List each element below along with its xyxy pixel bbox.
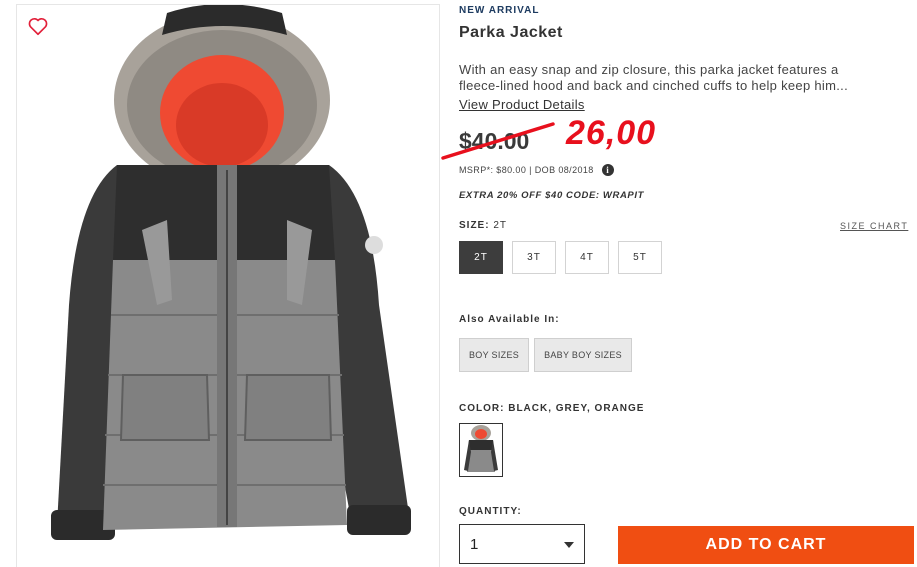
msrp-text: MSRP*: $80.00 | DOB 08/2018	[459, 165, 594, 175]
quantity-select[interactable]: 1	[459, 524, 585, 564]
size-option-3t[interactable]: 3T	[512, 241, 556, 274]
size-chart-link[interactable]: SIZE CHART	[840, 221, 908, 231]
also-available-options: BOY SIZES BABY BOY SIZES	[459, 338, 632, 372]
product-image-panel	[16, 4, 440, 567]
description-line: With an easy snap and zip closure, this …	[459, 62, 839, 77]
boy-sizes-button[interactable]: BOY SIZES	[459, 338, 530, 372]
quantity-label: QUANTITY:	[459, 506, 522, 517]
color-label: COLOR: BLACK, GREY, ORANGE	[459, 403, 645, 414]
price-strikethrough	[441, 122, 555, 160]
product-image	[51, 5, 411, 540]
size-option-2t[interactable]: 2T	[459, 241, 503, 274]
size-option-5t[interactable]: 5T	[618, 241, 662, 274]
size-options: 2T 3T 4T 5T	[459, 241, 662, 274]
add-to-cart-button[interactable]: ADD TO CART	[618, 526, 914, 564]
product-title: Parka Jacket	[459, 24, 563, 41]
size-option-4t[interactable]: 4T	[565, 241, 609, 274]
size-selected-value: 2T	[493, 220, 508, 231]
new-arrival-badge: NEW ARRIVAL	[459, 5, 540, 16]
view-product-details-link[interactable]: View Product Details	[459, 97, 585, 112]
product-info: NEW ARRIVAL Parka Jacket With an easy sn…	[441, 0, 917, 566]
msrp-row: MSRP*: $80.00 | DOB 08/2018 i	[459, 164, 614, 176]
chevron-down-icon	[564, 542, 574, 548]
color-swatch[interactable]	[459, 423, 503, 477]
size-label: SIZE: 2T	[459, 220, 507, 231]
size-label-text: SIZE:	[459, 220, 490, 231]
also-available-label: Also Available In:	[459, 314, 560, 325]
description-line: fleece-lined hood and back and cinched c…	[459, 78, 848, 93]
swatch-thumbnail	[464, 425, 498, 472]
info-icon[interactable]: i	[601, 164, 614, 176]
product-description: With an easy snap and zip closure, this …	[459, 62, 899, 94]
promo-text: EXTRA 20% OFF $40 CODE: WRAPIT	[459, 190, 644, 201]
baby-boy-sizes-button[interactable]: BABY BOY SIZES	[534, 338, 632, 372]
sale-price: 26,00	[566, 114, 657, 152]
quantity-value: 1	[470, 535, 479, 553]
